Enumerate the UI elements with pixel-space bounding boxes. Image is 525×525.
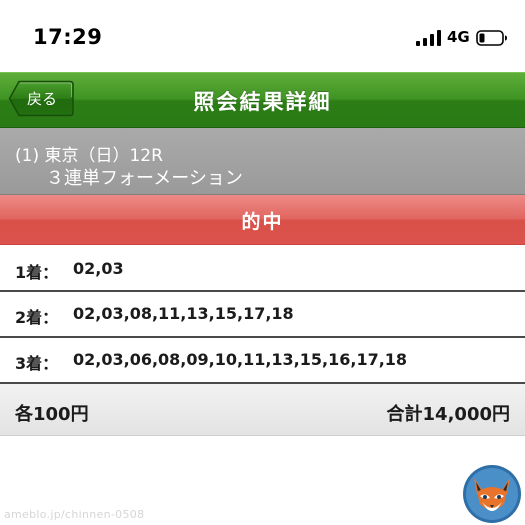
screen: 17:29 4G 戻る 照会結果詳細 (1) 東京（日）12R ３連単フォーメー… bbox=[0, 0, 525, 525]
race-name: (1) 東京（日）12R bbox=[15, 146, 163, 166]
total-amount: 合計14,000円 bbox=[386, 404, 510, 425]
placement-numbers-first: 02,03 bbox=[73, 259, 124, 278]
bet-type: ３連単フォーメーション bbox=[46, 168, 243, 189]
unit-price: 各100円 bbox=[15, 404, 89, 425]
placement-numbers-third: 02,03,06,08,09,10,11,13,15,16,17,18 bbox=[73, 350, 408, 369]
fox-mascot-icon bbox=[463, 465, 521, 523]
status-bar: 17:29 4G bbox=[0, 0, 525, 72]
placement-label-second: 2着： bbox=[15, 308, 59, 327]
watermark-text: ameblo.jp/chinnen-0508 bbox=[4, 508, 145, 521]
network-type-label: 4G bbox=[447, 28, 470, 46]
placement-label-first: 1着： bbox=[15, 263, 59, 282]
battery-icon bbox=[476, 30, 507, 46]
status-time: 17:29 bbox=[33, 25, 103, 49]
cellular-signal-icon bbox=[416, 30, 441, 46]
placement-label-third: 3着： bbox=[15, 354, 59, 373]
placement-numbers-second: 02,03,08,11,13,15,17,18 bbox=[73, 304, 294, 323]
page-title: 照会結果詳細 bbox=[193, 90, 332, 114]
result-status-label: 的中 bbox=[241, 211, 284, 233]
